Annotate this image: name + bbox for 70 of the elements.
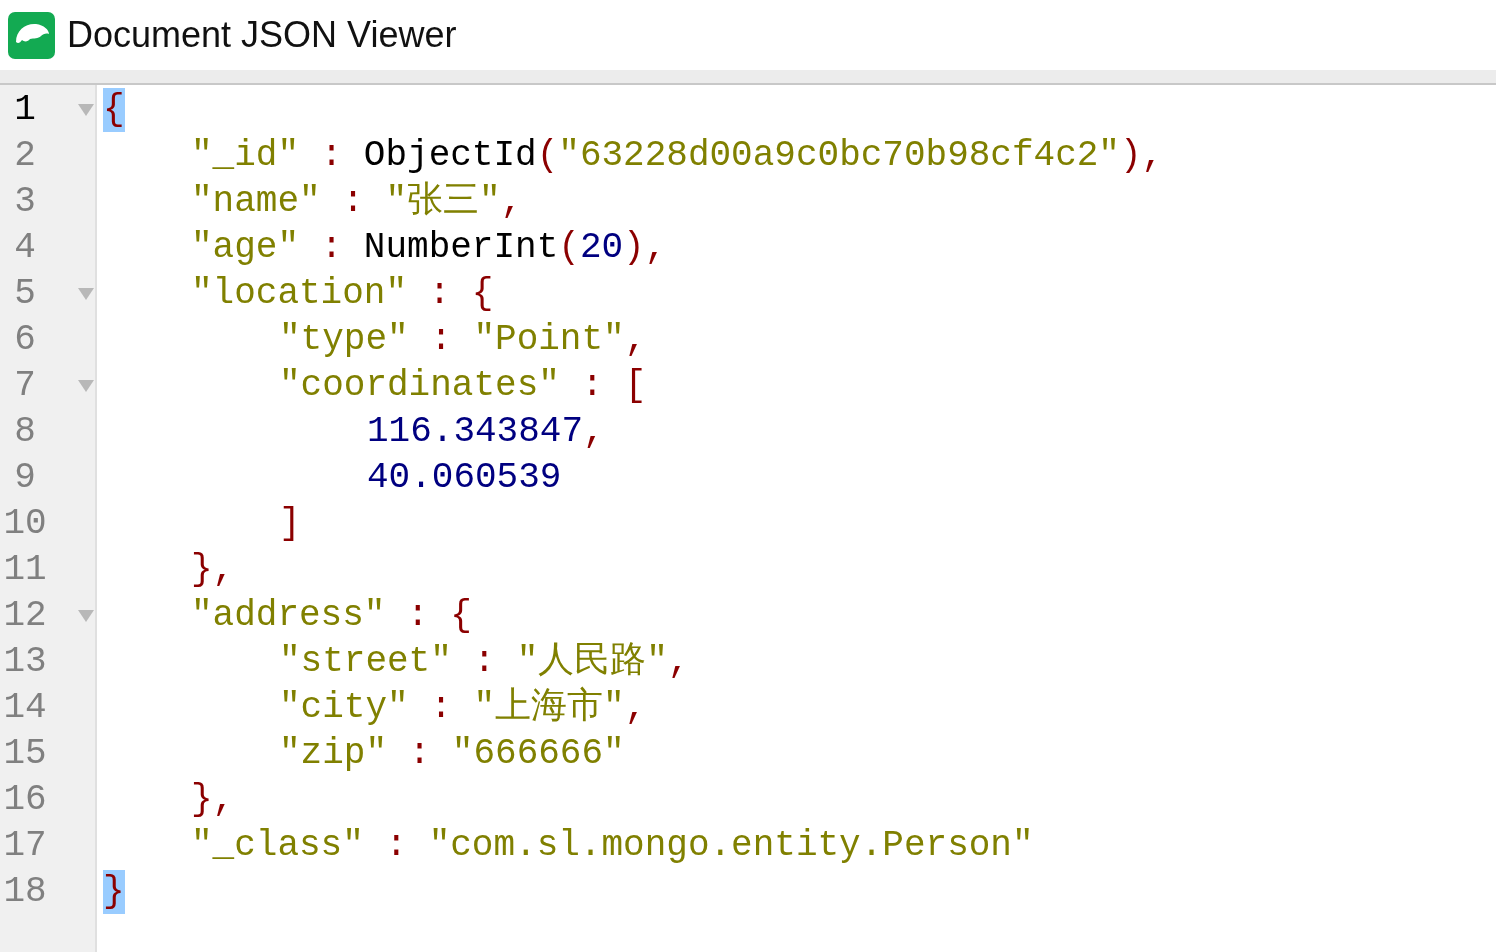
json-key: "type" [279,322,409,358]
line-number: 18 [2,874,48,910]
fold-triangle-icon[interactable] [78,610,94,622]
punctuation: : [429,322,453,358]
matched-brace: } [103,870,125,914]
punctuation: : [407,736,432,772]
string-value: "63228d00a9c0bc70b98cf4c2" [558,138,1120,174]
punctuation: : [384,828,409,864]
line-number: 8 [13,414,37,450]
punctuation: , [583,414,605,450]
number-value: 40.060539 [367,460,562,496]
punctuation: : [341,184,365,220]
punctuation: , [624,690,647,726]
function-name: NumberInt [363,230,559,266]
punctuation: : [319,138,344,174]
fold-triangle-icon[interactable] [78,104,94,116]
json-key: "_class" [191,828,364,864]
line-number: 15 [2,736,48,772]
line-number: 1 [13,92,37,128]
line-number: 4 [13,230,37,266]
line-number: 9 [13,460,37,496]
line-number: 12 [2,598,48,634]
punctuation: , [500,184,523,220]
punctuation: ] [279,506,301,542]
string-value: "Point" [473,322,625,358]
window-title: Document JSON Viewer [67,17,457,53]
punctuation: ( [558,230,580,266]
line-number: 17 [2,828,48,864]
line-number: 2 [13,138,37,174]
json-key: "coordinates" [279,368,560,404]
punctuation: ), [1120,138,1164,174]
line-number: 3 [13,184,37,220]
line-number: 7 [13,368,37,404]
line-number: 14 [2,690,48,726]
line-number: 11 [2,552,48,588]
string-value: "666666" [451,736,625,772]
punctuation: ), [623,230,667,266]
fold-triangle-icon[interactable] [78,380,94,392]
json-key: "address" [191,598,386,634]
line-number: 5 [13,276,37,312]
json-key: "city" [279,690,409,726]
punctuation: : [429,690,453,726]
line-number: 10 [2,506,48,542]
punctuation: }, [191,782,235,818]
matched-brace: { [103,88,125,132]
json-key: "street" [279,644,452,680]
punctuation: , [624,322,647,358]
punctuation: : [ [580,368,647,404]
json-key: "_id" [191,138,300,174]
json-key: "name" [191,184,321,220]
line-number: 16 [2,782,48,818]
number-value: 116.343847 [367,414,584,450]
string-value: "com.sl.mongo.entity.Person" [428,828,1034,864]
line-number: 13 [2,644,48,680]
json-key: "zip" [279,736,388,772]
punctuation: , [667,644,690,680]
fold-triangle-icon[interactable] [78,288,94,300]
punctuation: ( [536,138,559,174]
line-number: 6 [13,322,37,358]
json-key: "age" [191,230,300,266]
string-value: "人民路" [516,644,668,680]
app-logo-icon [8,11,55,59]
punctuation: }, [191,552,235,588]
punctuation: : { [427,276,494,312]
json-key: "location" [191,276,408,312]
function-name: ObjectId [363,138,537,174]
punctuation: : [472,644,497,680]
punctuation: : [319,230,344,266]
number-value: 20 [579,230,624,266]
punctuation: : { [406,598,472,634]
